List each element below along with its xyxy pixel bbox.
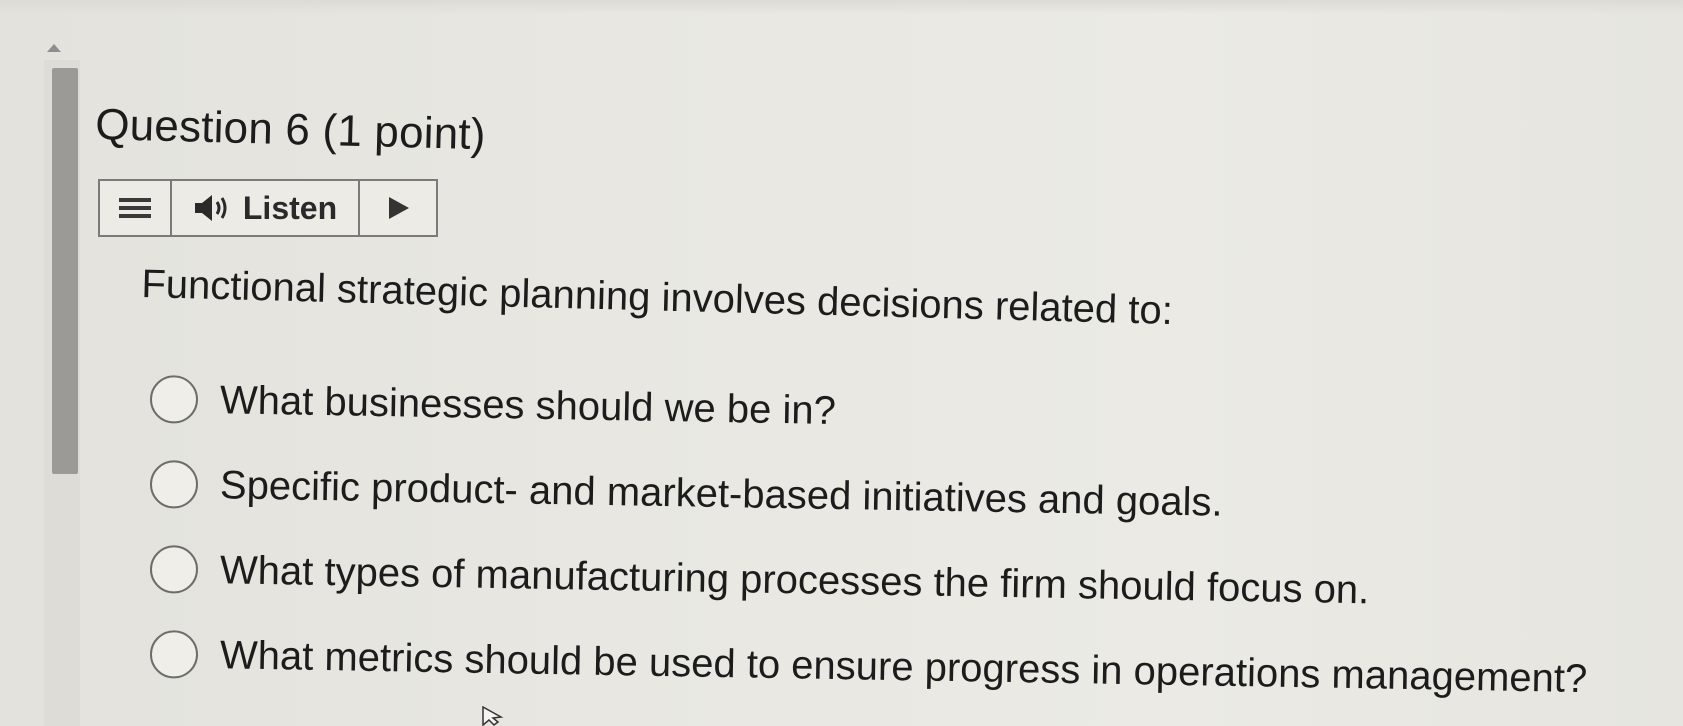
mouse-pointer-icon <box>482 706 504 726</box>
radio-button[interactable] <box>149 460 199 509</box>
answer-option[interactable]: What types of manufacturing processes th… <box>149 545 1370 614</box>
speaker-icon <box>194 195 227 221</box>
answer-option-label: What metrics should be used to ensure pr… <box>219 632 1588 701</box>
hamburger-menu-icon[interactable] <box>100 181 172 235</box>
radio-button[interactable] <box>149 375 199 424</box>
play-button[interactable] <box>360 181 436 235</box>
play-icon <box>389 197 409 219</box>
question-prompt: Functional strategic planning involves d… <box>140 262 1174 333</box>
listen-label: Listen <box>242 189 338 226</box>
radio-button[interactable] <box>149 545 199 594</box>
answer-option-label: Specific product- and market-based initi… <box>219 462 1223 525</box>
answer-option[interactable]: What metrics should be used to ensure pr… <box>149 630 1588 703</box>
answer-option[interactable]: What businesses should we be in? <box>149 375 837 435</box>
answer-option-label: What businesses should we be in? <box>219 377 837 433</box>
answer-option[interactable]: Specific product- and market-based initi… <box>149 460 1223 527</box>
answer-option-label: What types of manufacturing processes th… <box>219 547 1370 612</box>
top-divider <box>0 0 1683 14</box>
scrollbar-thumb[interactable] <box>52 68 78 474</box>
listen-toolbar: Listen <box>98 179 438 237</box>
question-title: Question 6 (1 point) <box>94 100 487 160</box>
radio-button[interactable] <box>149 630 199 679</box>
listen-button[interactable]: Listen <box>172 181 360 235</box>
scroll-up-arrow-icon[interactable] <box>47 44 61 52</box>
